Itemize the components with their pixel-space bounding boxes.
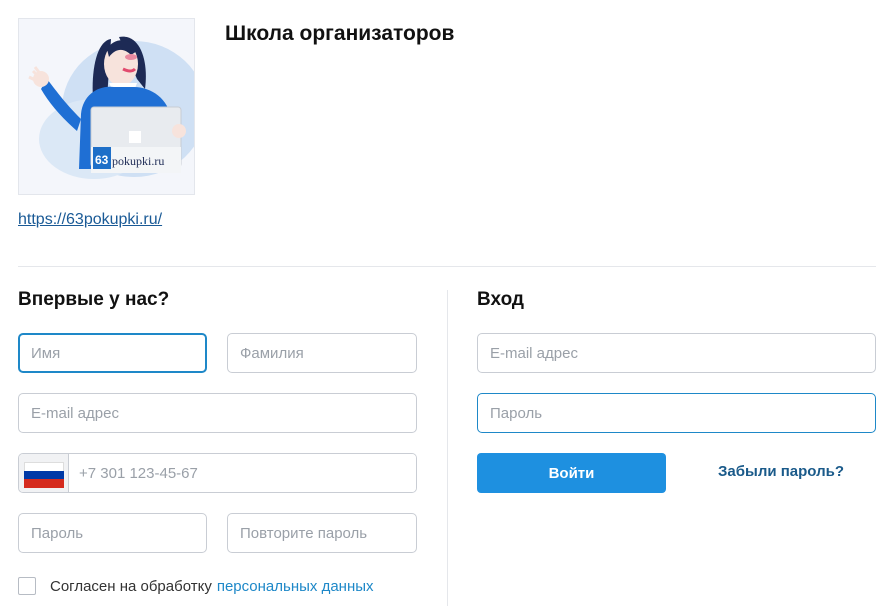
login-button[interactable]: Войти	[477, 453, 666, 493]
repeat-password-input[interactable]	[227, 513, 417, 553]
flag-russia-icon	[24, 462, 64, 488]
register-password-input[interactable]	[18, 513, 207, 553]
last-name-input[interactable]	[227, 333, 417, 373]
site-link[interactable]: https://63pokupki.ru/	[18, 211, 162, 229]
first-name-input[interactable]	[18, 333, 207, 373]
forgot-password-link[interactable]: Забыли пароль?	[718, 463, 844, 480]
register-email-input[interactable]	[18, 393, 417, 433]
login-title: Вход	[477, 289, 524, 310]
consent-text: Согласен на обработку	[50, 577, 212, 595]
organizer-school-logo: 63 pokupki.ru	[18, 18, 195, 195]
phone-input[interactable]	[69, 454, 416, 492]
organizer-illustration-icon: 63 pokupki.ru	[28, 36, 194, 179]
logo-text: pokupki.ru	[112, 154, 164, 168]
consent-row: Согласен на обработку персональных данны…	[18, 576, 374, 596]
login-email-input[interactable]	[477, 333, 876, 373]
phone-field	[18, 453, 417, 493]
country-selector[interactable]	[19, 454, 69, 492]
page-title: Школа организаторов	[225, 22, 455, 45]
vertical-divider	[447, 290, 448, 606]
login-password-input[interactable]	[477, 393, 876, 433]
page-header: 63 pokupki.ru Школа организаторов https:…	[18, 18, 878, 248]
consent-checkbox[interactable]	[18, 577, 36, 595]
personal-data-link[interactable]: персональных данных	[217, 578, 374, 595]
logo-number: 63	[95, 153, 109, 167]
register-title: Впервые у нас?	[18, 289, 170, 310]
horizontal-divider	[18, 266, 876, 267]
